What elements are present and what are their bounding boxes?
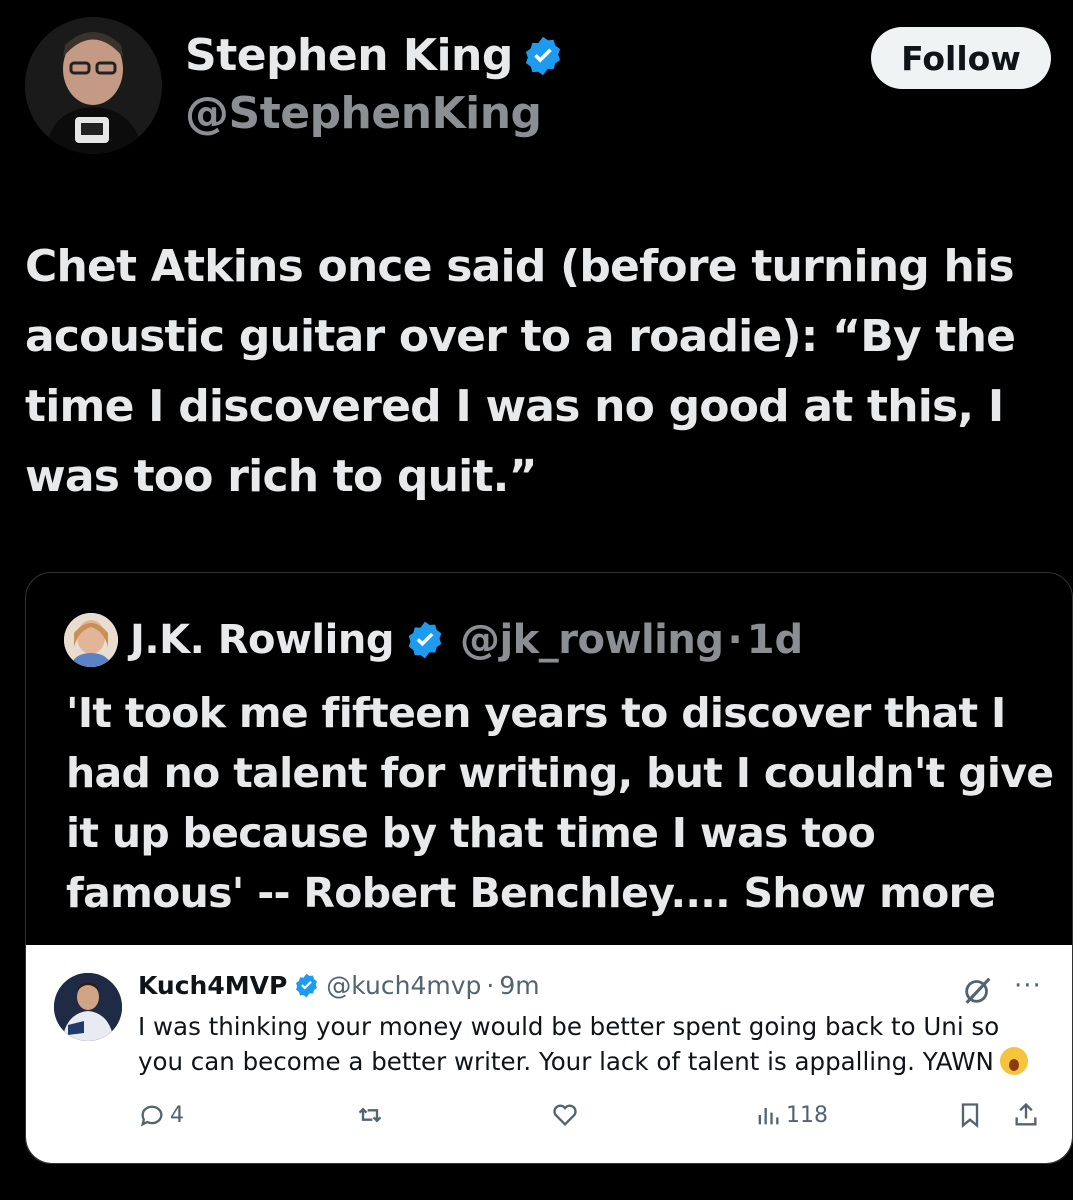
reply-action: 4 <box>138 1101 184 1129</box>
reply-action-bar: 4 118 <box>26 1101 1072 1141</box>
reply-text-body: I was thinking your money would be bette… <box>138 1012 1000 1076</box>
reply-icon <box>140 1105 163 1127</box>
views-icon <box>758 1108 779 1125</box>
reply-count: 4 <box>170 1102 184 1128</box>
verified-badge-icon <box>408 621 442 659</box>
share-icon <box>1015 1102 1037 1126</box>
reply-time-separator: · <box>486 971 495 1000</box>
views-action: 118 <box>754 1101 828 1129</box>
reply-timestamp: 9m <box>499 971 540 1000</box>
views-count: 118 <box>786 1102 828 1128</box>
author-handle[interactable]: @StephenKing <box>185 88 542 139</box>
reply-avatar <box>54 973 122 1041</box>
reply-author-handle: @kuch4mvp <box>326 971 482 1000</box>
bookmark-icon <box>961 1103 979 1128</box>
reply-screenshot-card: Kuch4MVP @kuch4mvp · 9m ··· I was thinki… <box>26 945 1072 1163</box>
retweet-icon <box>358 1107 382 1123</box>
reply-header: Kuch4MVP @kuch4mvp · 9m <box>138 971 540 1000</box>
more-icon: ··· <box>1014 971 1042 1001</box>
quoted-timestamp[interactable]: 1d <box>747 617 803 663</box>
quoted-author-name[interactable]: J.K. Rowling <box>130 617 394 663</box>
quoted-avatar[interactable] <box>64 613 118 667</box>
author-name-row: Stephen King <box>185 30 565 81</box>
quoted-tweet-card[interactable]: J.K. Rowling @jk_rowling · 1d 'It took m… <box>25 572 1073 1164</box>
yawn-emoji-icon <box>999 1047 1028 1075</box>
verified-badge-icon <box>296 973 318 998</box>
author-avatar[interactable] <box>25 17 162 154</box>
reply-text: I was thinking your money would be bette… <box>138 1009 1038 1079</box>
bookmark-action <box>956 1101 984 1129</box>
quoted-tweet-text: 'It took me fifteen years to discover th… <box>66 683 1066 923</box>
share-action <box>1012 1101 1040 1129</box>
reply-author-name: Kuch4MVP <box>138 971 288 1000</box>
quoted-time-separator: · <box>727 617 743 663</box>
retweet-action <box>356 1101 384 1129</box>
show-more-link[interactable]: Show more <box>744 869 996 917</box>
follow-button[interactable]: Follow <box>871 27 1051 89</box>
author-name[interactable]: Stephen King <box>185 30 513 81</box>
like-icon <box>553 1104 577 1126</box>
quoted-author-handle[interactable]: @jk_rowling <box>460 617 724 663</box>
tweet-text: Chet Atkins once said (before turning hi… <box>25 241 1016 502</box>
grok-icon <box>965 977 991 1004</box>
verified-badge-icon <box>525 36 560 75</box>
like-action <box>551 1101 579 1129</box>
quoted-tweet-header: J.K. Rowling @jk_rowling · 1d <box>64 613 803 667</box>
